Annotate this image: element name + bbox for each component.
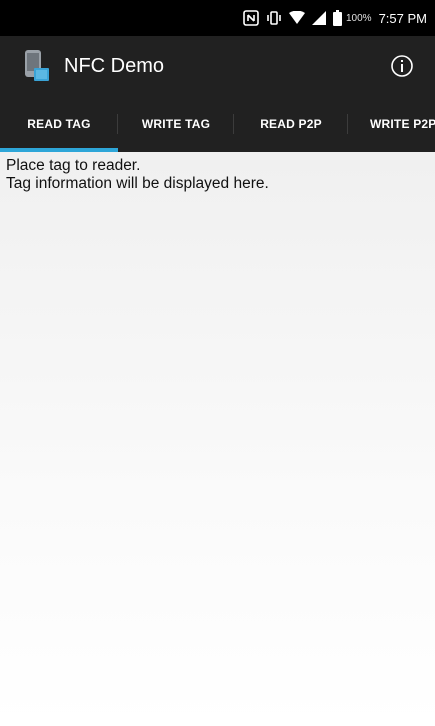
app-bar: NFC Demo bbox=[0, 36, 435, 96]
tab-read-p2p[interactable]: READ P2P bbox=[234, 96, 348, 152]
tab-bar: READ TAG WRITE TAG READ P2P WRITE P2P bbox=[0, 96, 435, 152]
nfc-app-logo bbox=[22, 49, 52, 83]
status-bar: 100% 7:57 PM bbox=[0, 0, 435, 36]
tab-label: WRITE P2P bbox=[370, 117, 435, 131]
tab-label: WRITE TAG bbox=[141, 117, 211, 131]
battery-icon bbox=[333, 0, 342, 36]
instruction-text: Place tag to reader. bbox=[6, 157, 141, 174]
nfc-icon bbox=[243, 0, 259, 36]
tab-label: READ P2P bbox=[260, 117, 322, 131]
signal-icon bbox=[312, 0, 326, 36]
battery-percent: 100% bbox=[346, 12, 372, 24]
tab-read-tag[interactable]: READ TAG bbox=[0, 96, 118, 152]
clock: 7:57 PM bbox=[378, 10, 427, 26]
tag-info-panel: Place tag to reader. Tag information wil… bbox=[0, 152, 435, 726]
tag-info-placeholder: Tag information will be displayed here. bbox=[6, 175, 269, 192]
vibrate-icon bbox=[266, 0, 282, 36]
tab-label: READ TAG bbox=[27, 117, 91, 131]
screen: 100% 7:57 PM NFC Demo READ TAG WRITE TAG… bbox=[0, 0, 435, 726]
tab-write-p2p[interactable]: WRITE P2P bbox=[348, 96, 435, 152]
tab-write-tag[interactable]: WRITE TAG bbox=[118, 96, 234, 152]
info-icon[interactable] bbox=[389, 53, 415, 79]
app-title: NFC Demo bbox=[64, 54, 165, 77]
wifi-icon bbox=[289, 0, 305, 36]
